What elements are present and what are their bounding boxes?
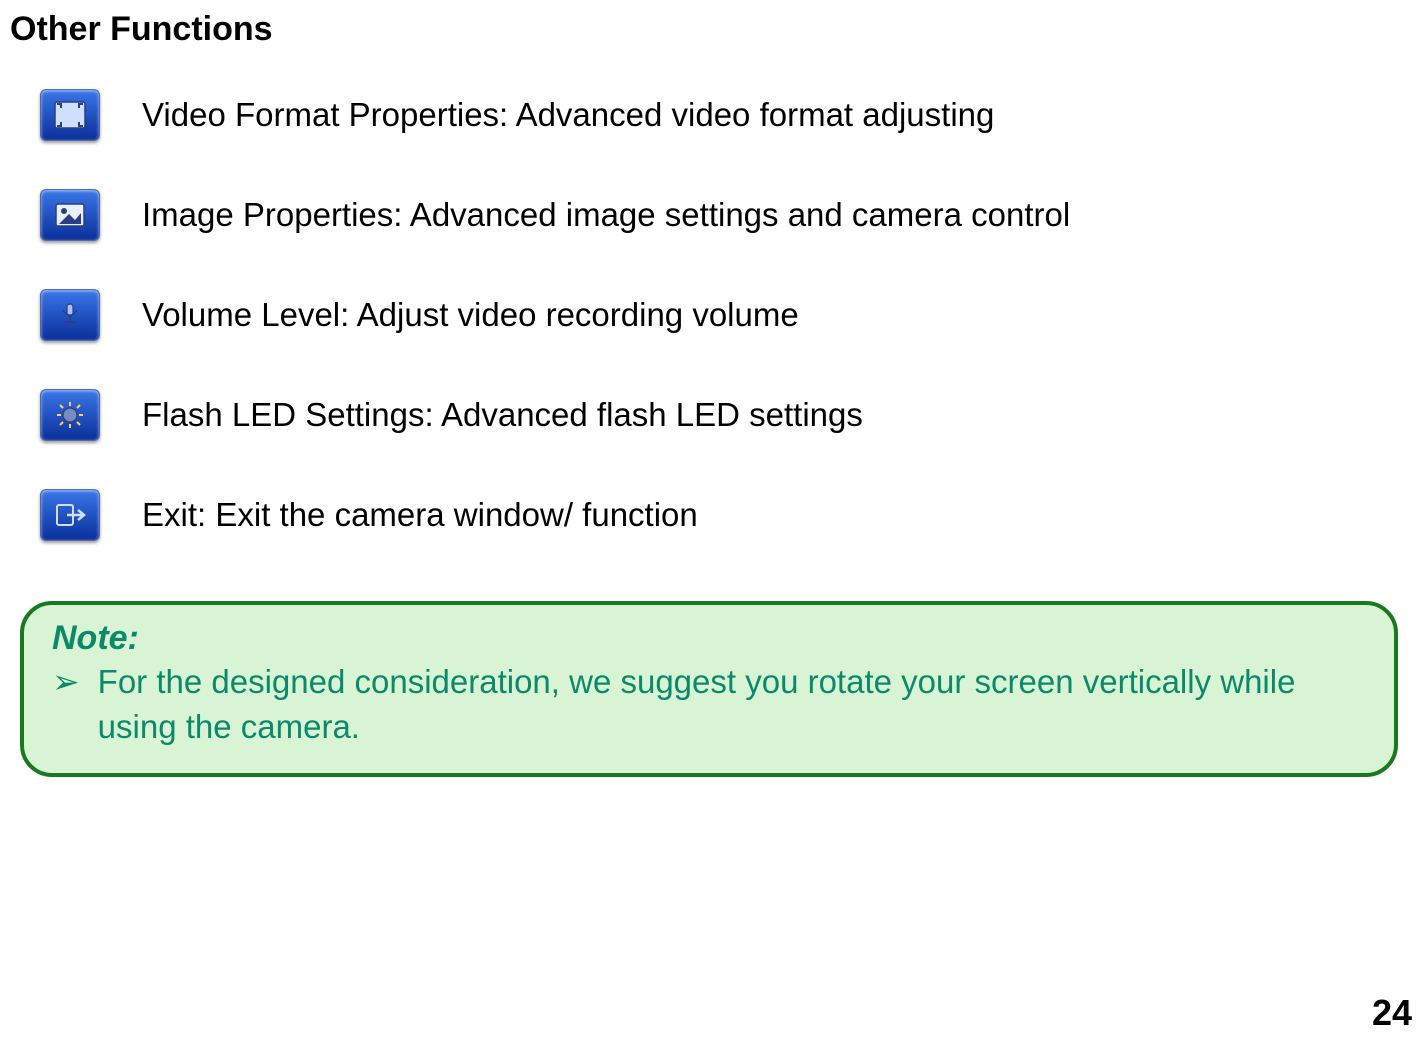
function-text: Video Format Properties: Advanced video …	[142, 95, 994, 135]
video-format-icon	[40, 89, 100, 141]
note-label: Note:	[52, 619, 1366, 658]
page-number: 24	[1372, 992, 1412, 1034]
section-title: Other Functions	[10, 10, 1408, 49]
flash-led-icon	[40, 389, 100, 441]
note-bullet-icon: ➢	[52, 662, 80, 702]
function-row: Exit: Exit the camera window/ function	[40, 489, 1408, 541]
function-row: Video Format Properties: Advanced video …	[40, 89, 1408, 141]
note-box: Note: ➢ For the designed consideration, …	[20, 601, 1398, 777]
note-text: For the designed consideration, we sugge…	[98, 660, 1366, 749]
function-text: Flash LED Settings: Advanced flash LED s…	[142, 395, 863, 435]
function-list: Video Format Properties: Advanced video …	[40, 89, 1408, 541]
function-text: Exit: Exit the camera window/ function	[142, 495, 698, 535]
note-body: ➢ For the designed consideration, we sug…	[52, 660, 1366, 749]
exit-icon	[40, 489, 100, 541]
volume-level-icon	[40, 289, 100, 341]
page: Other Functions Video Format Properties:…	[0, 10, 1418, 1040]
function-text: Image Properties: Advanced image setting…	[142, 195, 1070, 235]
function-row: Image Properties: Advanced image setting…	[40, 189, 1408, 241]
function-row: Flash LED Settings: Advanced flash LED s…	[40, 389, 1408, 441]
image-properties-icon	[40, 189, 100, 241]
function-row: Volume Level: Adjust video recording vol…	[40, 289, 1408, 341]
function-text: Volume Level: Adjust video recording vol…	[142, 295, 799, 335]
